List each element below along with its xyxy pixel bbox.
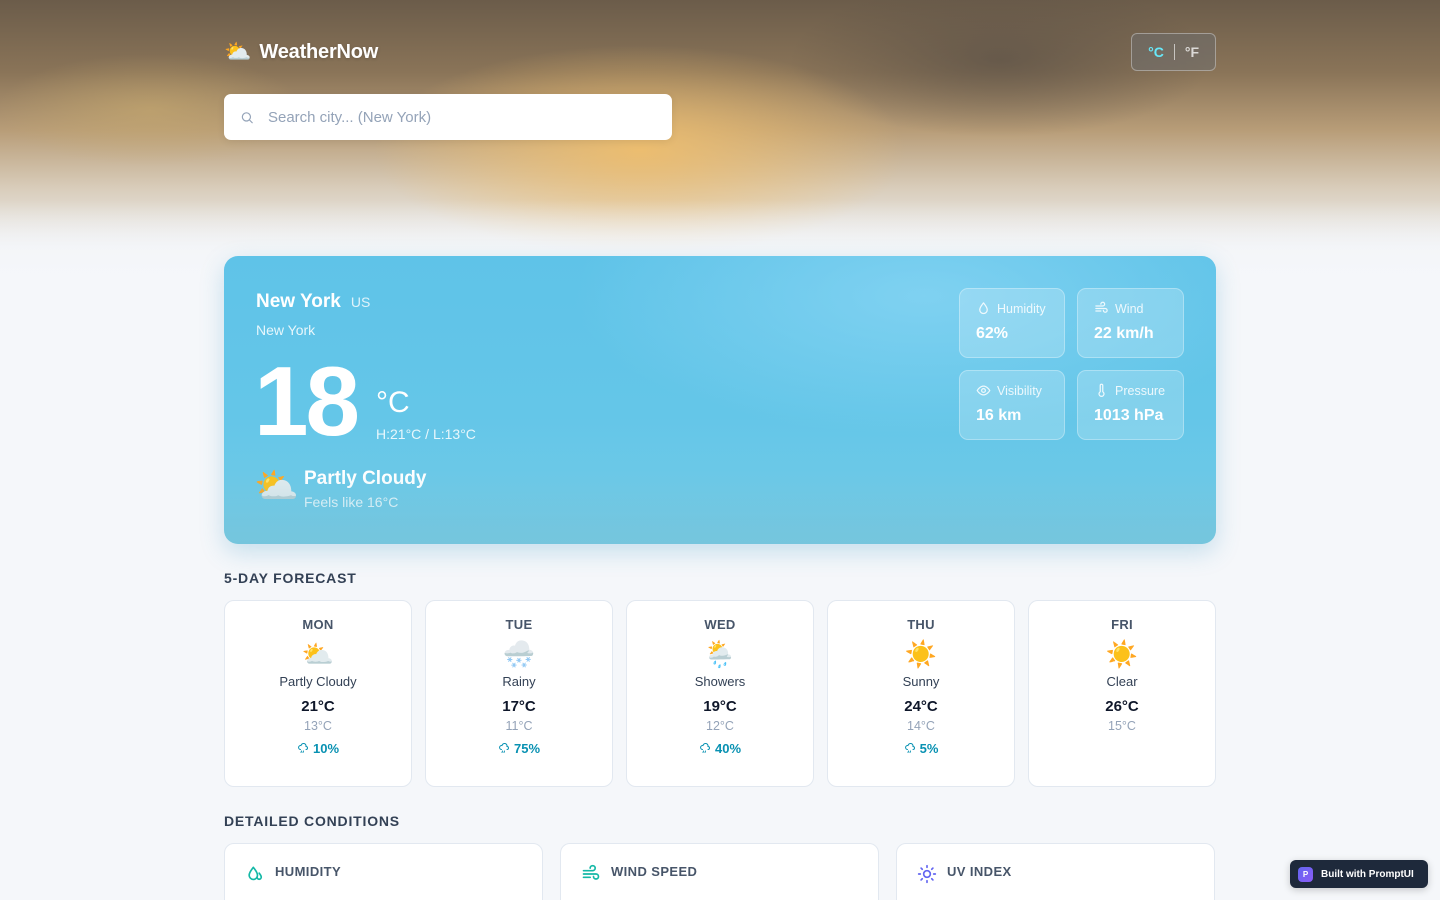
stat-label: Humidity [997,301,1046,316]
day-high: 26°C [1105,697,1139,715]
forecast-day-card[interactable]: TUE 🌨️ Rainy 17°C 11°C 75% [425,600,613,787]
stat-wind: Wind 22 km/h [1077,288,1184,358]
rain-cloud-icon [904,743,915,754]
day-name: WED [704,617,736,632]
current-temperature: 18 [254,346,360,456]
forecast-day-card[interactable]: MON ⛅ Partly Cloudy 21°C 13°C 10% [224,600,412,787]
rain-cloud-icon [700,743,710,754]
forecast-day-card[interactable]: THU ☀️ Sunny 24°C 14°C 5% [827,600,1015,787]
rain-percent: 10% [312,740,340,756]
search-input[interactable] [267,108,656,126]
details-section-title: DETAILED CONDITIONS [224,813,400,829]
day-low: 12°C [706,718,734,733]
unit-toggle: °C °F [1131,33,1216,71]
stat-pressure: Pressure 1013 hPa [1077,370,1184,440]
region-name: New York [256,322,316,338]
rain-cloud-icon [499,743,509,754]
day-name: TUE [505,617,533,632]
search-icon [241,111,253,123]
droplet-icon [979,302,988,315]
day-low: 15°C [1108,718,1136,733]
day-condition: Clear [1106,673,1138,689]
forecast-section-title: 5-DAY FORECAST [224,570,357,586]
stat-label: Wind [1115,301,1144,316]
built-with-promptui-badge[interactable]: P Built with PromptUI [1290,860,1428,888]
rain-percent: 5% [919,740,939,756]
stat-value: 62% [976,325,1009,342]
detail-card-humidity: HUMIDITY [224,843,543,900]
day-name: FRI [1111,617,1133,632]
sun-icon: ☀️ [904,639,938,669]
temperature-unit: °C [376,386,410,419]
high-low-temperature: H:21°C / L:13°C [376,426,476,442]
sun-rain-icon: 🌦️ [703,639,737,669]
snow-cloud-icon: 🌨️ [502,639,536,669]
promo-text: Built with PromptUI [1321,868,1414,880]
stat-value: 22 km/h [1094,325,1154,342]
wind-icon [1095,301,1108,313]
forecast-day-card[interactable]: WED 🌦️ Showers 19°C 12°C 40% [626,600,814,787]
day-low: 11°C [505,718,533,733]
promptui-logo-icon: P [1298,866,1313,882]
stat-value: 16 km [976,407,1022,424]
rain-percent: 40% [714,740,742,756]
forecast-day-card[interactable]: FRI ☀️ Clear 26°C 15°C [1028,600,1216,787]
day-low: 14°C [907,718,935,733]
unit-divider [1173,44,1175,60]
detail-title: HUMIDITY [275,864,342,879]
city-name: New York [256,291,341,312]
day-condition: Sunny [902,673,940,689]
condition-text: Partly Cloudy [304,468,427,489]
rain-chance: 40% [627,741,813,756]
stat-visibility: Visibility 16 km [959,370,1065,440]
search-bar [224,94,672,140]
stat-humidity: Humidity 62% [959,288,1065,358]
detailed-conditions-list: HUMIDITY WIND SPEED UV INDEX [224,843,1216,900]
sun-icon: ☀️ [1105,639,1139,669]
celsius-toggle-button[interactable]: °C [1148,44,1164,60]
location-row: New York US [256,291,370,313]
thermometer-icon [1098,383,1105,398]
country-code: US [350,294,371,310]
detail-card-uv-index: UV INDEX [896,843,1215,900]
detail-title: UV INDEX [947,864,1012,879]
partly-cloudy-icon: ⛅ [254,465,299,506]
current-stats-grid: Humidity 62% Wind 22 km/h Visibility 16 … [959,288,1184,440]
eye-icon [976,385,991,396]
day-high: 24°C [904,697,938,715]
day-condition: Showers [694,673,746,689]
droplet-icon [248,866,263,881]
rain-chance: 75% [426,741,612,756]
stat-label: Visibility [997,383,1042,398]
fahrenheit-toggle-button[interactable]: °F [1185,44,1199,60]
forecast-list: MON ⛅ Partly Cloudy 21°C 13°C 10% TUE 🌨️… [224,600,1216,787]
sun-icon [917,864,937,884]
rain-chance: 10% [225,741,411,756]
stat-value: 1013 hPa [1094,407,1164,424]
feels-like-text: Feels like 16°C [304,494,399,510]
day-high: 17°C [502,697,536,715]
detail-title: WIND SPEED [611,864,698,879]
rain-percent: 75% [513,740,541,756]
header: ⛅ WeatherNow °C °F [224,33,1216,71]
current-weather-card: New York US New York 18 °C H:21°C / L:13… [224,256,1216,544]
stat-label: Pressure [1115,383,1166,398]
day-high: 21°C [301,697,335,715]
detail-card-wind-speed: WIND SPEED [560,843,879,900]
day-low: 13°C [304,718,332,733]
day-high: 19°C [703,697,737,715]
day-condition: Rainy [502,673,536,689]
app-name: WeatherNow [259,40,379,63]
day-condition: Partly Cloudy [279,673,357,689]
rain-cloud-icon [298,743,308,754]
brand[interactable]: ⛅ WeatherNow [224,41,378,64]
rain-chance: 5% [828,741,1014,756]
day-name: THU [907,617,935,632]
weather-logo-icon: ⛅ [224,39,252,64]
day-name: MON [302,617,334,632]
wind-icon [582,864,600,880]
partly-cloudy-icon: ⛅ [301,639,335,669]
